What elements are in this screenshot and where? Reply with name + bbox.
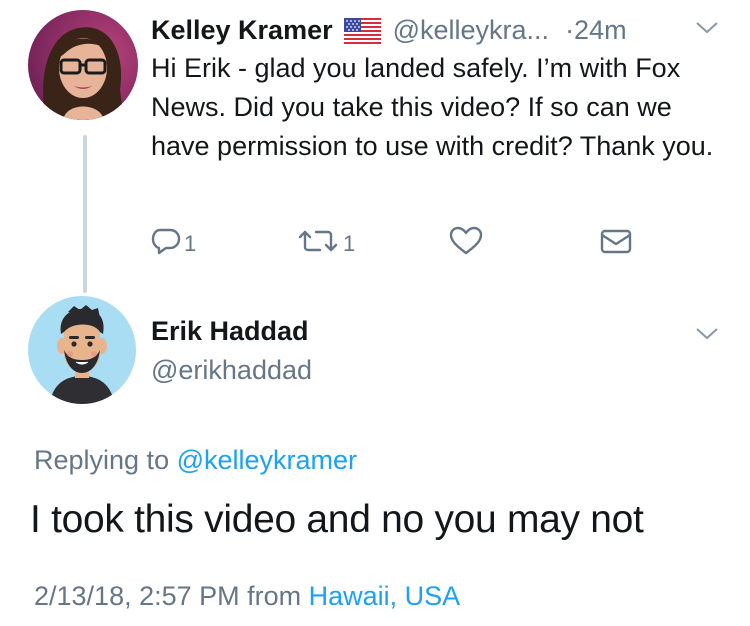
reply-button[interactable]: 1 <box>151 226 196 262</box>
tweet2-location[interactable]: Hawaii, USA <box>309 581 461 611</box>
tweet1-header: Kelley Kramer @kelleykra... ·24m <box>151 12 627 48</box>
tweet1-timestamp[interactable]: ·24m <box>565 12 627 48</box>
tweet1-action-bar: 1 1 <box>151 226 641 260</box>
chevron-down-icon[interactable] <box>695 20 719 36</box>
replying-to-label: Replying to <box>34 445 177 475</box>
tweet2-metadata: 2/13/18, 2:57 PM from Hawaii, USA <box>34 578 460 614</box>
tweet2-author-handle[interactable]: @erikhaddad <box>151 352 312 388</box>
reply-icon <box>151 226 181 262</box>
retweet-icon <box>296 226 340 262</box>
tweet2-author-name[interactable]: Erik Haddad <box>151 313 309 349</box>
replying-to-mention[interactable]: @kelleykramer <box>177 445 357 475</box>
chevron-down-icon[interactable] <box>695 326 719 342</box>
us-flag-icon <box>343 17 381 44</box>
retweet-count: 1 <box>343 231 356 256</box>
heart-icon <box>449 226 483 262</box>
thread-connector-line <box>83 135 87 293</box>
tweet2-text: I took this video and no you may not <box>30 498 644 541</box>
like-button[interactable] <box>449 226 483 262</box>
tweet1-text: Hi Erik - glad you landed safely. I’m wi… <box>151 53 714 161</box>
tweet1-author-name[interactable]: Kelley Kramer <box>151 12 333 48</box>
direct-message-button[interactable] <box>599 226 633 262</box>
retweet-button[interactable]: 1 <box>296 226 355 262</box>
tweet1-author-handle[interactable]: @kelleykra... <box>393 12 549 48</box>
tweet2-date[interactable]: 2/13/18, 2:57 PM from <box>34 581 309 611</box>
avatar-kelley-kramer[interactable] <box>28 10 138 120</box>
reply-count: 1 <box>184 231 197 256</box>
avatar-erik-haddad[interactable] <box>28 296 136 404</box>
envelope-icon <box>599 226 633 262</box>
replying-to-line: Replying to @kelleykramer <box>34 442 357 478</box>
